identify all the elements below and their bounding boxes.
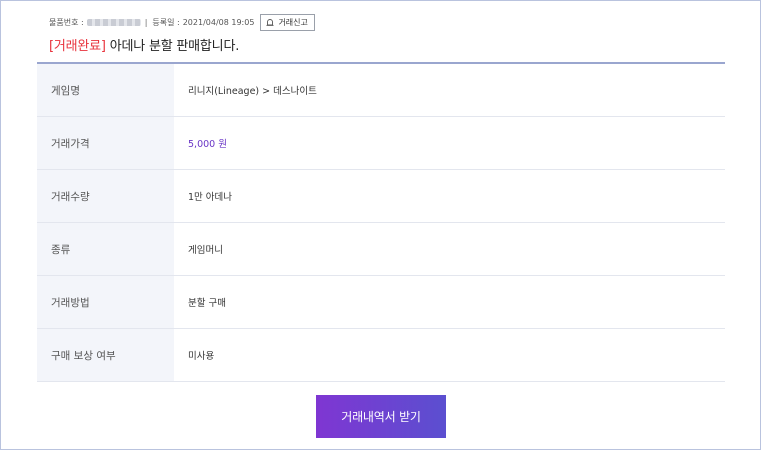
detail-label: 거래수량 bbox=[37, 170, 174, 222]
detail-row-compensation: 구매 보상 여부 미사용 bbox=[37, 329, 725, 382]
detail-row-game: 게임명 리니지(Lineage) > 데스나이트 bbox=[37, 64, 725, 117]
detail-value-price: 5,000 원 bbox=[188, 139, 227, 150]
detail-row-type: 종류 게임머니 bbox=[37, 223, 725, 276]
detail-label: 종류 bbox=[37, 223, 174, 275]
detail-value: 미사용 bbox=[188, 351, 215, 362]
detail-value: 게임머니 bbox=[188, 245, 223, 256]
trade-meta: 물품번호 : | 등록일 : 2021/04/08 19:05 거래신고 bbox=[49, 13, 315, 31]
detail-label: 거래방법 bbox=[37, 276, 174, 328]
report-trade-button[interactable]: 거래신고 bbox=[260, 13, 315, 31]
item-number-redacted bbox=[86, 18, 141, 26]
detail-label: 거래가격 bbox=[37, 117, 174, 169]
detail-label: 게임명 bbox=[37, 64, 174, 116]
trade-detail-panel: 물품번호 : | 등록일 : 2021/04/08 19:05 거래신고 [거래… bbox=[0, 0, 761, 450]
trade-status: [거래완료] bbox=[49, 39, 106, 54]
detail-value: 리니지(Lineage) > 데스나이트 bbox=[188, 86, 317, 97]
detail-row-method: 거래방법 분할 구매 bbox=[37, 276, 725, 329]
listing-title-text: 아데나 분할 판매합니다. bbox=[109, 39, 240, 54]
siren-icon bbox=[266, 19, 274, 26]
reg-date-value: 2021/04/08 19:05 bbox=[182, 17, 255, 27]
meta-separator: | bbox=[144, 17, 148, 27]
detail-label: 구매 보상 여부 bbox=[37, 329, 174, 381]
detail-value: 1만 아데나 bbox=[188, 192, 233, 203]
report-trade-label: 거래신고 bbox=[278, 17, 308, 27]
reg-date-label: 등록일 : bbox=[152, 17, 180, 27]
listing-title: [거래완료] 아데나 분할 판매합니다. bbox=[49, 35, 239, 54]
trade-detail-table: 게임명 리니지(Lineage) > 데스나이트 거래가격 5,000 원 거래… bbox=[37, 64, 725, 382]
download-trade-statement-button[interactable]: 거래내역서 받기 bbox=[316, 395, 446, 438]
detail-row-quantity: 거래수량 1만 아데나 bbox=[37, 170, 725, 223]
detail-value: 분할 구매 bbox=[188, 298, 226, 309]
detail-row-price: 거래가격 5,000 원 bbox=[37, 117, 725, 170]
item-number-label: 물품번호 : bbox=[49, 17, 84, 27]
